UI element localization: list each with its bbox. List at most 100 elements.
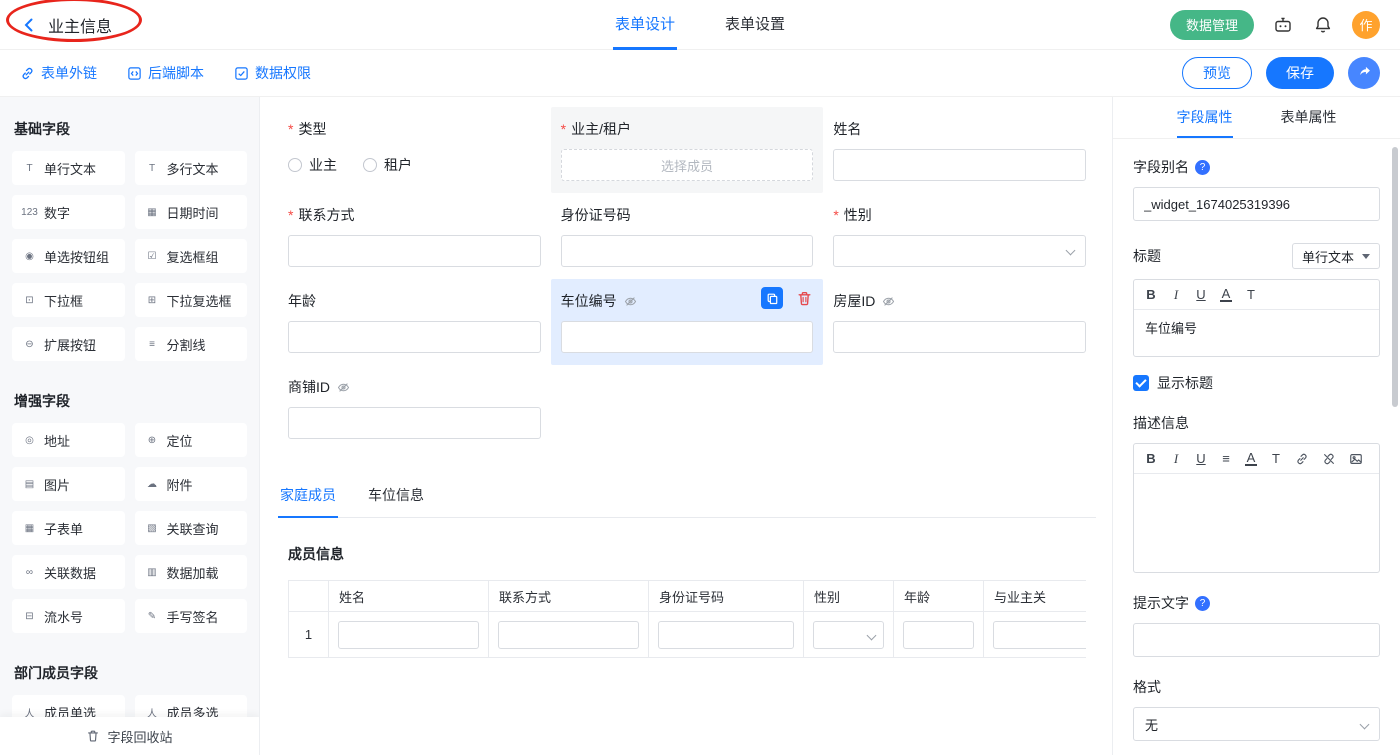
delete-field-button[interactable] (793, 287, 815, 309)
tab-form-properties[interactable]: 表单属性 (1281, 97, 1337, 138)
list-icon[interactable]: ≡ (1220, 451, 1232, 466)
insert-link-icon[interactable] (1295, 452, 1309, 466)
gender-select[interactable] (833, 235, 1086, 267)
help-icon[interactable]: ? (1195, 596, 1210, 611)
field-alias-input[interactable] (1133, 187, 1380, 221)
idcard-input[interactable] (561, 235, 814, 267)
font-color-icon[interactable]: A (1220, 287, 1232, 302)
underline-icon[interactable]: U (1195, 451, 1207, 466)
font-size-icon[interactable]: T (1245, 287, 1257, 302)
field-item-linked-query[interactable]: ▧关联查询 (135, 511, 248, 545)
form-field-shop-id[interactable]: 商铺ID (278, 365, 551, 451)
field-item-attachment[interactable]: ☁附件 (135, 467, 248, 501)
field-item-select[interactable]: ⊡下拉框 (12, 283, 125, 317)
field-item-data-load[interactable]: ▥数据加载 (135, 555, 248, 589)
save-button[interactable]: 保存 (1266, 57, 1334, 89)
field-item-datetime[interactable]: ▦日期时间 (135, 195, 248, 229)
field-item-number[interactable]: 123数字 (12, 195, 125, 229)
field-item-multi-text[interactable]: T多行文本 (135, 151, 248, 185)
form-field-owner[interactable]: *业主/租户 选择成员 (551, 107, 824, 193)
form-field-name[interactable]: 姓名 (823, 107, 1096, 193)
radio-tenant[interactable]: 租户 (363, 155, 412, 175)
subform-gender-select[interactable] (813, 621, 884, 649)
font-size-icon[interactable]: T (1270, 451, 1282, 466)
field-item-address[interactable]: ◎地址 (12, 423, 125, 457)
field-item-location[interactable]: ⊕定位 (135, 423, 248, 457)
page-scrollbar[interactable] (1390, 97, 1400, 755)
field-item-extend-button[interactable]: ⊖扩展按钮 (12, 327, 125, 361)
tab-family-members[interactable]: 家庭成员 (278, 475, 338, 518)
form-field-house-id[interactable]: 房屋ID (823, 279, 1096, 365)
preview-button[interactable]: 预览 (1182, 57, 1252, 89)
parking-no-input[interactable] (561, 321, 814, 353)
robot-icon[interactable] (1272, 14, 1294, 36)
copy-field-button[interactable] (761, 287, 783, 309)
field-label-text: 身份证号码 (561, 205, 631, 225)
bell-icon[interactable] (1312, 14, 1334, 36)
field-item-linked-data[interactable]: ∞关联数据 (12, 555, 125, 589)
help-icon[interactable]: ? (1195, 160, 1210, 175)
field-item-multi-select[interactable]: ⊞下拉复选框 (135, 283, 248, 317)
field-recycle-bin[interactable]: 字段回收站 (0, 717, 259, 755)
member-picker[interactable]: 选择成员 (561, 149, 814, 181)
format-label-text: 格式 (1133, 677, 1161, 697)
data-permission-button[interactable]: 数据权限 (234, 63, 311, 83)
font-color-icon[interactable]: A (1245, 451, 1257, 466)
form-canvas: *类型 业主 租户 *业主/租户 选择成员 姓名 *联系方式 (260, 97, 1112, 755)
shop-id-input[interactable] (288, 407, 541, 439)
show-title-checkbox-row[interactable]: 显示标题 (1133, 373, 1380, 393)
field-item-radio-group[interactable]: ◉单选按钮组 (12, 239, 125, 273)
description-editor: B I U ≡ A T (1133, 443, 1380, 573)
italic-icon[interactable]: I (1170, 287, 1182, 303)
subform-col-contact: 联系方式 (489, 581, 649, 612)
name-input[interactable] (833, 149, 1086, 181)
field-item-checkbox-group[interactable]: ☑复选框组 (135, 239, 248, 273)
remove-link-icon[interactable] (1322, 452, 1336, 466)
subform-idcard-input[interactable] (658, 621, 794, 649)
bold-icon[interactable]: B (1145, 287, 1157, 302)
subform-col-relation: 与业主关 (984, 581, 1087, 612)
field-item-signature[interactable]: ✎手写签名 (135, 599, 248, 633)
tab-form-design[interactable]: 表单设计 (613, 0, 677, 50)
form-field-gender[interactable]: *性别 (823, 193, 1096, 279)
bold-icon[interactable]: B (1145, 451, 1157, 466)
field-item-subform[interactable]: ▦子表单 (12, 511, 125, 545)
underline-icon[interactable]: U (1195, 287, 1207, 302)
italic-icon[interactable]: I (1170, 451, 1182, 467)
form-field-contact[interactable]: *联系方式 (278, 193, 551, 279)
description-editor-content[interactable] (1134, 474, 1379, 572)
subform-contact-input[interactable] (498, 621, 639, 649)
tab-parking-info[interactable]: 车位信息 (366, 475, 426, 518)
avatar[interactable]: 作 (1352, 11, 1380, 39)
subform-relation-input[interactable] (993, 621, 1086, 649)
form-field-parking-no[interactable]: 车位编号 (551, 279, 824, 365)
data-manage-button[interactable]: 数据管理 (1170, 10, 1254, 40)
tab-field-properties[interactable]: 字段属性 (1177, 97, 1233, 138)
field-item-image[interactable]: ▤图片 (12, 467, 125, 501)
tab-form-settings[interactable]: 表单设置 (723, 0, 787, 50)
subform-name-input[interactable] (338, 621, 479, 649)
backend-script-button[interactable]: 后端脚本 (127, 63, 204, 83)
back-icon[interactable] (20, 16, 38, 34)
field-item-divider[interactable]: ≡分割线 (135, 327, 248, 361)
radio-owner[interactable]: 业主 (288, 155, 337, 175)
field-item-serial-number[interactable]: ⊟流水号 (12, 599, 125, 633)
format-select[interactable]: 无 (1133, 707, 1380, 741)
scrollbar-thumb[interactable] (1392, 147, 1398, 407)
hint-text-input[interactable] (1133, 623, 1380, 657)
title-type-select[interactable]: 单行文本 (1292, 243, 1380, 269)
share-button[interactable] (1348, 57, 1380, 89)
insert-image-icon[interactable] (1349, 452, 1363, 466)
checkbox-checked-icon[interactable] (1133, 375, 1149, 391)
field-item-single-text[interactable]: T单行文本 (12, 151, 125, 185)
form-field-type[interactable]: *类型 业主 租户 (278, 107, 551, 193)
age-input[interactable] (288, 321, 541, 353)
form-field-age[interactable]: 年龄 (278, 279, 551, 365)
house-id-input[interactable] (833, 321, 1086, 353)
field-alias-label-text: 字段别名 (1133, 157, 1189, 177)
subform-age-input[interactable] (903, 621, 974, 649)
title-editor-content[interactable]: 车位编号 (1134, 310, 1379, 356)
contact-input[interactable] (288, 235, 541, 267)
form-field-idcard[interactable]: 身份证号码 (551, 193, 824, 279)
external-link-button[interactable]: 表单外链 (20, 63, 97, 83)
